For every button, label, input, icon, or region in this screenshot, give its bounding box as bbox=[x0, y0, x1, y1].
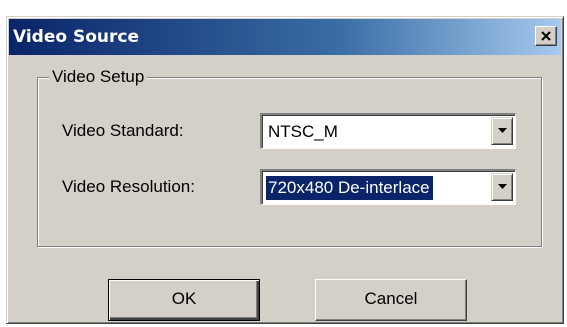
ok-button[interactable]: OK bbox=[108, 279, 260, 321]
video-standard-label: Video Standard: bbox=[62, 121, 184, 140]
group-label: Video Setup bbox=[49, 67, 148, 87]
title-bar[interactable]: Video Source bbox=[9, 19, 561, 55]
window-title: Video Source bbox=[13, 27, 139, 47]
close-button[interactable] bbox=[535, 26, 557, 46]
video-standard-dropdown-button[interactable] bbox=[491, 117, 513, 145]
chevron-down-icon bbox=[498, 184, 507, 189]
chevron-down-icon bbox=[498, 128, 507, 133]
video-resolution-label: Video Resolution: bbox=[62, 177, 195, 196]
close-icon bbox=[541, 31, 551, 41]
video-standard-select[interactable]: NTSC_M bbox=[260, 113, 516, 149]
video-resolution-select[interactable]: 720x480 De-interlace bbox=[260, 169, 516, 205]
video-standard-value: NTSC_M bbox=[268, 122, 338, 141]
video-resolution-value: 720x480 De-interlace bbox=[266, 176, 433, 200]
cancel-button[interactable]: Cancel bbox=[315, 279, 467, 321]
video-resolution-dropdown-button[interactable] bbox=[491, 173, 513, 201]
video-setup-group bbox=[37, 77, 542, 247]
video-source-dialog: Video Source Video Setup Video Standard:… bbox=[6, 16, 564, 324]
